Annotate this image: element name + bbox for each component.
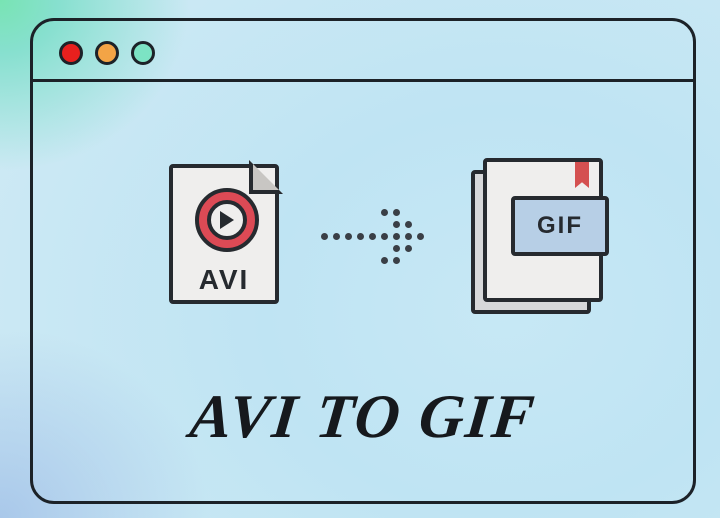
headline-text: AVI TO GIF <box>29 382 696 453</box>
window-minimize-button[interactable] <box>95 41 119 65</box>
window-zoom-button[interactable] <box>131 41 155 65</box>
dotted-arrow-icon <box>321 202 441 272</box>
avi-label: AVI <box>169 264 279 296</box>
play-triangle-icon <box>220 211 234 229</box>
gif-badge: GIF <box>511 196 609 256</box>
content-area: AVI GIF <box>33 82 693 501</box>
window-close-button[interactable] <box>59 41 83 65</box>
browser-window: AVI GIF <box>30 18 696 504</box>
avi-file-icon: AVI <box>169 164 279 304</box>
bookmark-icon <box>575 162 589 188</box>
gif-file-icon: GIF <box>471 158 599 308</box>
gif-label: GIF <box>537 212 583 240</box>
